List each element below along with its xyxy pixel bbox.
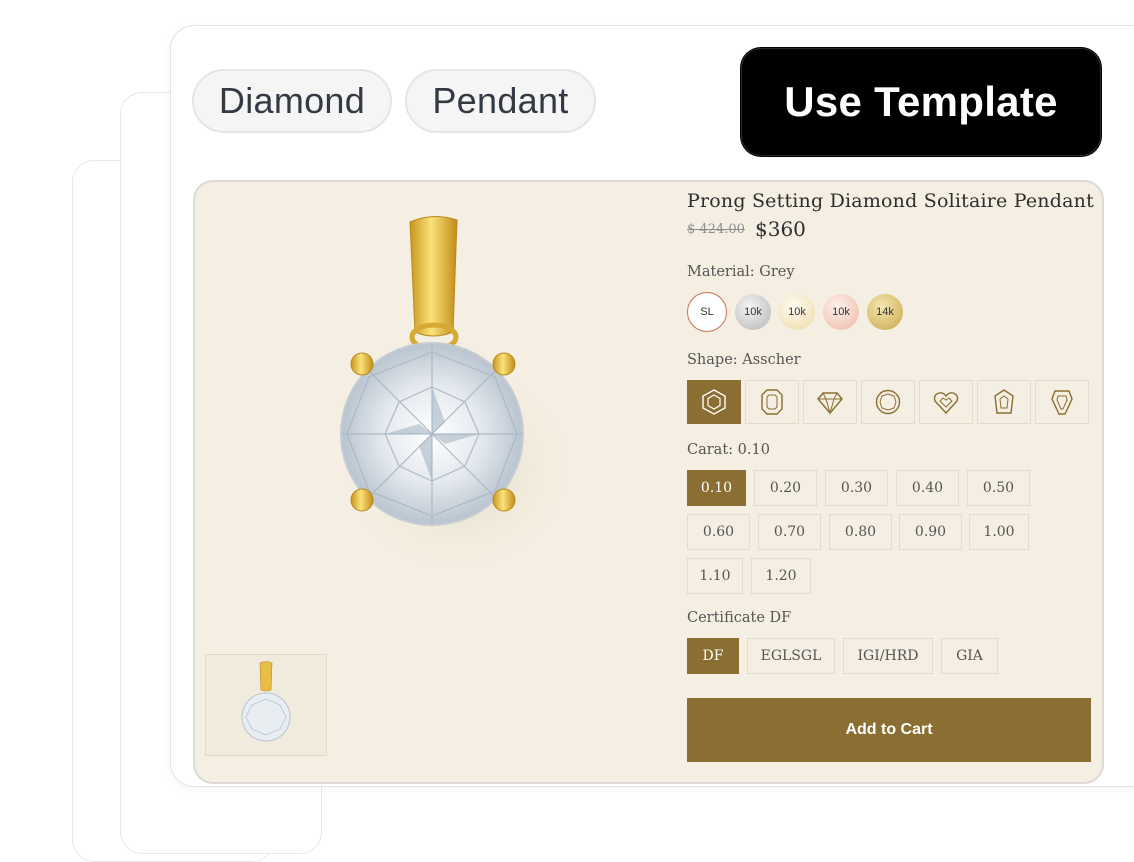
certificate-option-eglsgl[interactable]: EGLSGL — [747, 638, 835, 674]
trillion-icon — [817, 392, 843, 415]
carat-option-1-00[interactable]: 1.00 — [969, 514, 1029, 550]
kite-icon — [1051, 390, 1073, 415]
product-preview: Prong Setting Diamond Solitaire Pendant … — [193, 180, 1104, 784]
material-label: Material: Grey — [687, 264, 795, 280]
thumbnail-image[interactable] — [205, 654, 327, 756]
pendant-image — [337, 216, 577, 577]
shape-heart-button[interactable] — [919, 380, 973, 424]
sale-price: $360 — [755, 217, 806, 241]
material-swatch-yellow-10k[interactable]: 10k — [779, 294, 815, 330]
heart-icon — [933, 392, 959, 415]
shape-asscher-button[interactable] — [687, 380, 741, 424]
carat-option-1-10[interactable]: 1.10 — [687, 558, 743, 594]
certificate-option-gia[interactable]: GIA — [941, 638, 998, 674]
material-swatch-gold-14k[interactable]: 14k — [867, 294, 903, 330]
shape-kite-button[interactable] — [1035, 380, 1089, 424]
shape-pear-button[interactable] — [977, 380, 1031, 424]
product-title: Prong Setting Diamond Solitaire Pendant — [687, 190, 1094, 212]
material-swatch-sl[interactable]: SL — [687, 292, 727, 332]
original-price: $ 424.00 — [687, 222, 745, 237]
shape-label: Shape: Asscher — [687, 352, 801, 368]
tag-diamond[interactable]: Diamond — [192, 69, 392, 133]
emerald-icon — [761, 389, 783, 415]
carat-option-0-90[interactable]: 0.90 — [899, 514, 962, 550]
carat-option-1-20[interactable]: 1.20 — [751, 558, 811, 594]
certificate-label: Certificate DF — [687, 610, 792, 626]
add-to-cart-button[interactable]: Add to Cart — [687, 698, 1091, 762]
carat-option-0-80[interactable]: 0.80 — [829, 514, 892, 550]
certificate-option-df[interactable]: DF — [687, 638, 739, 674]
shape-emerald-button[interactable] — [745, 380, 799, 424]
carat-option-0-70[interactable]: 0.70 — [758, 514, 821, 550]
carat-option-0-40[interactable]: 0.40 — [896, 470, 959, 506]
shape-trillion-button[interactable] — [803, 380, 857, 424]
material-swatch-white-10k[interactable]: 10k — [735, 294, 771, 330]
carat-option-0-10[interactable]: 0.10 — [687, 470, 746, 506]
carat-option-0-20[interactable]: 0.20 — [754, 470, 817, 506]
tag-pendant[interactable]: Pendant — [405, 69, 596, 133]
carat-option-0-60[interactable]: 0.60 — [687, 514, 750, 550]
certificate-option-igi-hrd[interactable]: IGI/HRD — [843, 638, 933, 674]
pear-icon — [994, 389, 1014, 414]
use-template-button[interactable]: Use Template — [741, 48, 1101, 156]
shape-round-button[interactable] — [861, 380, 915, 424]
carat-option-0-30[interactable]: 0.30 — [825, 470, 888, 506]
material-swatch-rose-10k[interactable]: 10k — [823, 294, 859, 330]
carat-label: Carat: 0.10 — [687, 442, 770, 458]
round-icon — [875, 389, 901, 415]
asscher-icon — [702, 389, 726, 415]
carat-option-0-50[interactable]: 0.50 — [967, 470, 1030, 506]
